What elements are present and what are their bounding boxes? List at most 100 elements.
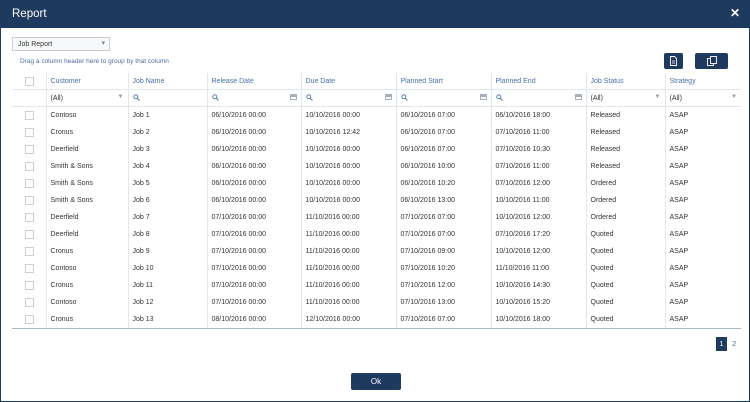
export-button[interactable] xyxy=(664,53,683,69)
cell-planned-start: 06/10/2016 07:00 xyxy=(395,124,491,141)
cell-customer: Contoso xyxy=(45,106,128,124)
row-checkbox-cell xyxy=(12,226,46,243)
calendar-icon[interactable] xyxy=(574,94,582,100)
cell-strategy: ASAP xyxy=(664,311,741,328)
select-all-checkbox[interactable] xyxy=(25,76,34,86)
close-icon[interactable]: ✕ xyxy=(730,6,740,20)
release-date-filter[interactable] xyxy=(206,89,301,107)
cell-planned-end: 07/10/2016 11:00 xyxy=(490,124,586,141)
column-header-job-status[interactable]: Job Status xyxy=(585,73,665,90)
cell-strategy: ASAP xyxy=(664,124,741,141)
column-header-job-name[interactable]: Job Name xyxy=(127,73,207,90)
strategy-filter[interactable]: (All) ▼ xyxy=(664,89,741,107)
row-checkbox[interactable] xyxy=(25,196,34,205)
row-checkbox[interactable] xyxy=(25,179,34,188)
table-row[interactable]: Smith & Sons Job 6 06/10/2016 00:00 10/10/2… xyxy=(12,192,741,209)
cell-due-date: 11/10/2016 00:00 xyxy=(300,260,396,277)
cell-job-name: Job 6 xyxy=(127,192,207,209)
table-row[interactable]: Cronus Job 11 07/10/2016 00:00 11/10/2016 0… xyxy=(12,277,741,294)
cell-strategy: ASAP xyxy=(664,209,741,226)
cell-release-date: 06/10/2016 00:00 xyxy=(206,141,301,158)
row-checkbox[interactable] xyxy=(25,213,34,222)
ok-button[interactable]: Ok xyxy=(351,373,401,390)
cell-strategy: ASAP xyxy=(664,226,741,243)
cell-job-status: Quoted xyxy=(585,226,665,243)
table-row[interactable]: Deerfield Job 8 07/10/2016 00:00 11/10/2016… xyxy=(12,226,741,243)
column-header-planned-start[interactable]: Planned Start xyxy=(395,73,491,90)
cell-due-date: 11/10/2016 00:00 xyxy=(300,226,396,243)
report-dialog: Report ✕ Job Report ▾ Drag a column head… xyxy=(0,0,750,402)
row-checkbox[interactable] xyxy=(25,281,34,290)
cell-strategy: ASAP xyxy=(664,106,741,124)
cell-customer: Smith & Sons xyxy=(45,175,128,192)
column-header-customer[interactable]: Customer xyxy=(45,73,128,90)
cell-job-name: Job 2 xyxy=(127,124,207,141)
grid-bottom-border xyxy=(12,328,741,329)
table-row[interactable]: Cronus Job 13 08/10/2016 00:00 12/10/2016 0… xyxy=(12,311,741,328)
row-checkbox[interactable] xyxy=(25,111,34,120)
cell-due-date: 11/10/2016 00:00 xyxy=(300,277,396,294)
page-2-button[interactable]: 2 xyxy=(732,337,740,351)
planned-end-filter[interactable] xyxy=(490,89,586,107)
row-checkbox-cell xyxy=(12,260,46,277)
cell-customer: Deerfield xyxy=(45,226,128,243)
cell-job-name: Job 8 xyxy=(127,226,207,243)
strategy-filter-value: (All) xyxy=(669,94,682,102)
planned-start-filter[interactable] xyxy=(395,89,491,107)
job-status-filter[interactable]: (All) ▼ xyxy=(585,89,665,107)
column-header-due-date[interactable]: Due Date xyxy=(300,73,396,90)
cell-due-date: 10/10/2016 00:00 xyxy=(300,175,396,192)
cell-planned-start: 07/10/2016 13:00 xyxy=(395,294,491,311)
row-checkbox-cell xyxy=(12,158,46,175)
column-header-strategy[interactable]: Strategy xyxy=(664,73,741,90)
cell-due-date: 11/10/2016 00:00 xyxy=(300,294,396,311)
cell-job-name: Job 4 xyxy=(127,158,207,175)
cell-due-date: 10/10/2016 00:00 xyxy=(300,141,396,158)
cell-due-date: 10/10/2016 00:00 xyxy=(300,192,396,209)
customer-filter[interactable]: (All) ▼ xyxy=(45,89,128,107)
table-row[interactable]: Deerfield Job 3 06/10/2016 00:00 10/10/2016… xyxy=(12,141,741,158)
row-checkbox[interactable] xyxy=(25,264,34,273)
calendar-icon[interactable] xyxy=(384,94,392,100)
row-checkbox[interactable] xyxy=(25,298,34,307)
table-row[interactable]: Contoso Job 12 07/10/2016 00:00 11/10/2016 … xyxy=(12,294,741,311)
row-checkbox[interactable] xyxy=(25,230,34,239)
calendar-icon[interactable] xyxy=(289,94,297,100)
search-icon xyxy=(132,94,140,101)
row-checkbox[interactable] xyxy=(25,315,34,324)
cell-release-date: 07/10/2016 00:00 xyxy=(206,243,301,260)
cell-release-date: 06/10/2016 00:00 xyxy=(206,124,301,141)
calendar-icon[interactable] xyxy=(479,94,487,100)
row-checkbox[interactable] xyxy=(25,247,34,256)
row-checkbox[interactable] xyxy=(25,145,34,154)
job-name-filter[interactable] xyxy=(127,89,207,107)
report-type-value: Job Report xyxy=(18,41,53,48)
table-row[interactable]: Smith & Sons Job 5 06/10/2016 00:00 10/10/2… xyxy=(12,175,741,192)
column-header-planned-end[interactable]: Planned End xyxy=(490,73,586,90)
job-status-filter-value: (All) xyxy=(590,94,603,102)
row-checkbox[interactable] xyxy=(25,162,34,171)
table-row[interactable]: Cronus Job 9 07/10/2016 00:00 11/10/2016 00… xyxy=(12,243,741,260)
table-row[interactable]: Contoso Job 1 06/10/2016 00:00 10/10/2016 0… xyxy=(12,106,741,124)
table-row[interactable]: Cronus Job 2 06/10/2016 00:00 10/10/2016 12… xyxy=(12,124,741,141)
cell-strategy: ASAP xyxy=(664,294,741,311)
cell-planned-start: 06/10/2016 13:00 xyxy=(395,192,491,209)
cell-release-date: 06/10/2016 00:00 xyxy=(206,106,301,124)
page-1-button[interactable]: 1 xyxy=(716,337,727,351)
cell-release-date: 07/10/2016 00:00 xyxy=(206,294,301,311)
cell-job-name: Job 10 xyxy=(127,260,207,277)
column-header-release-date[interactable]: Release Date xyxy=(206,73,301,90)
cell-job-name: Job 1 xyxy=(127,106,207,124)
cell-job-status: Released xyxy=(585,106,665,124)
copy-button[interactable] xyxy=(695,53,728,69)
due-date-filter[interactable] xyxy=(300,89,396,107)
cell-customer: Deerfield xyxy=(45,209,128,226)
report-type-select[interactable]: Job Report ▾ xyxy=(12,37,110,51)
row-checkbox-cell xyxy=(12,243,46,260)
cell-customer: Smith & Sons xyxy=(45,192,128,209)
chevron-down-icon: ▼ xyxy=(117,94,124,100)
table-row[interactable]: Contoso Job 10 07/10/2016 00:00 11/10/2016 … xyxy=(12,260,741,277)
table-row[interactable]: Deerfield Job 7 07/10/2016 00:00 11/10/2016… xyxy=(12,209,741,226)
row-checkbox[interactable] xyxy=(25,128,34,137)
table-row[interactable]: Smith & Sons Job 4 06/10/2016 00:00 10/10/2… xyxy=(12,158,741,175)
